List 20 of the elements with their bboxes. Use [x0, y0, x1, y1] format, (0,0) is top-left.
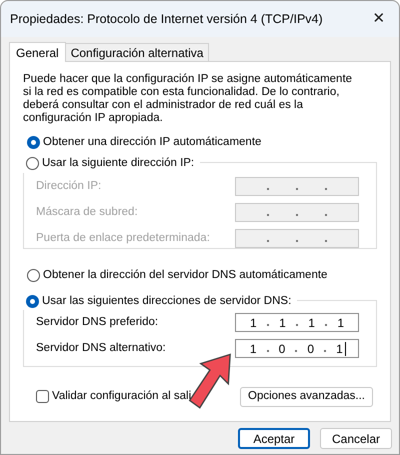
- ip-address-field[interactable]: 1 0 0 1: [235, 339, 359, 358]
- radio-button[interactable]: Usar la siguiente dirección IP:: [23, 155, 200, 172]
- radio-button[interactable]: Obtener la dirección del servidor DNS automáticamente: [27, 267, 377, 284]
- tab[interactable]: Configuración alternativa: [64, 43, 210, 61]
- advanced-options-button[interactable]: Opciones avanzadas...: [240, 386, 373, 406]
- field-label: Dirección IP:: [36, 178, 102, 194]
- radio-button[interactable]: Usar las siguientes direcciones de servidor DNS:: [23, 292, 298, 310]
- field-label: Puerta de enlace predeterminada:: [36, 230, 210, 246]
- field-label: Máscara de subred:: [36, 204, 138, 220]
- field-label: Servidor DNS preferido:: [36, 314, 158, 330]
- tab[interactable]: General: [9, 42, 66, 62]
- checkbox[interactable]: Validar configuración al sali: [36, 388, 192, 406]
- dialog-button[interactable]: Aceptar: [238, 428, 310, 449]
- dialog-button[interactable]: Cancelar: [320, 428, 392, 449]
- close-button[interactable]: ✕: [369, 9, 389, 29]
- field-label: Servidor DNS alternativo:: [36, 340, 166, 356]
- window-title: Propiedades: Protocolo de Internet versión 4 (TCP/IPv4): [10, 10, 323, 28]
- ip-address-field[interactable]: 1 1 1 1: [235, 313, 359, 332]
- radio-button[interactable]: Obtener una dirección IP automáticamente: [27, 134, 377, 152]
- description-text: Puede hacer que la configuración IP se asigne automáticamente si la red es compatible con esta funcionalidad. De lo contrario, deberá consultar con el administrador de red cuál es la configuración IP apropiada.: [23, 73, 354, 125]
